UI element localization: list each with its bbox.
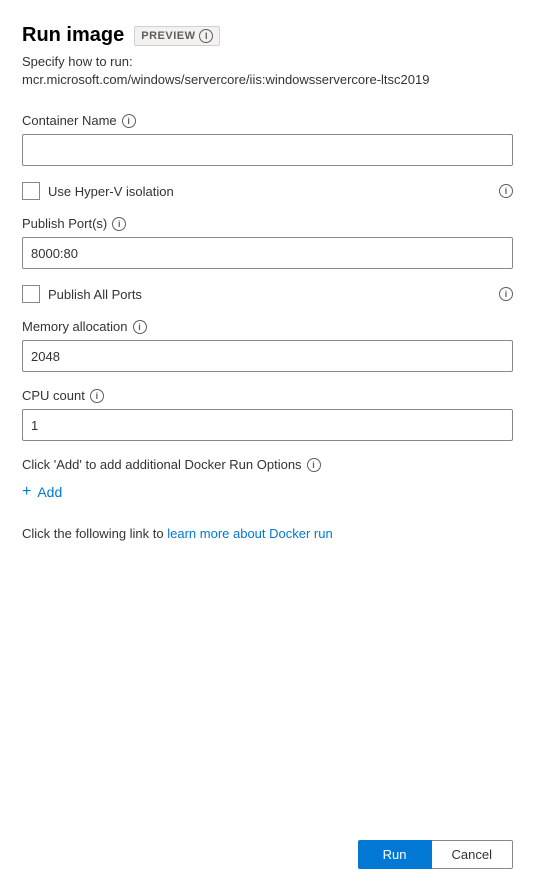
cpu-count-group: CPU count i: [22, 388, 513, 441]
page-title: Run image: [22, 24, 124, 47]
run-button[interactable]: Run: [358, 840, 432, 869]
memory-allocation-input[interactable]: [22, 340, 513, 372]
publish-all-ports-label: Publish All Ports: [48, 287, 142, 302]
learn-more-link[interactable]: learn more about Docker run: [167, 526, 332, 541]
publish-all-ports-info-icon[interactable]: i: [499, 287, 513, 301]
plus-icon: +: [22, 484, 31, 500]
add-options-section: Click 'Add' to add additional Docker Run…: [22, 457, 513, 502]
container-name-info-icon[interactable]: i: [122, 114, 136, 128]
hyper-v-label: Use Hyper-V isolation: [48, 184, 174, 199]
cpu-count-info-icon[interactable]: i: [90, 389, 104, 403]
cancel-button[interactable]: Cancel: [432, 840, 513, 869]
preview-badge: PREVIEW i: [134, 26, 220, 46]
subtitle: Specify how to run: mcr.microsoft.com/wi…: [22, 53, 513, 89]
add-options-info-icon[interactable]: i: [307, 458, 321, 472]
learn-more-section: Click the following link to learn more a…: [22, 526, 513, 541]
publish-ports-input[interactable]: [22, 237, 513, 269]
hyper-v-info-icon[interactable]: i: [499, 184, 513, 198]
container-name-input[interactable]: [22, 134, 513, 166]
memory-allocation-group: Memory allocation i: [22, 319, 513, 372]
container-name-label: Container Name i: [22, 113, 513, 128]
memory-allocation-label: Memory allocation i: [22, 319, 513, 334]
publish-all-ports-checkbox[interactable]: [22, 285, 40, 303]
add-options-description: Click 'Add' to add additional Docker Run…: [22, 457, 513, 472]
add-button[interactable]: + Add: [22, 482, 62, 502]
publish-ports-group: Publish Port(s) i: [22, 216, 513, 269]
preview-info-icon[interactable]: i: [199, 29, 213, 43]
hyper-v-checkbox[interactable]: [22, 182, 40, 200]
cpu-count-label: CPU count i: [22, 388, 513, 403]
hyper-v-row: Use Hyper-V isolation i: [22, 182, 513, 200]
container-name-group: Container Name i: [22, 113, 513, 166]
publish-all-ports-row: Publish All Ports i: [22, 285, 513, 303]
memory-allocation-info-icon[interactable]: i: [133, 320, 147, 334]
cpu-count-input[interactable]: [22, 409, 513, 441]
publish-ports-label: Publish Port(s) i: [22, 216, 513, 231]
footer-buttons: Run Cancel: [0, 824, 535, 885]
publish-ports-info-icon[interactable]: i: [112, 217, 126, 231]
